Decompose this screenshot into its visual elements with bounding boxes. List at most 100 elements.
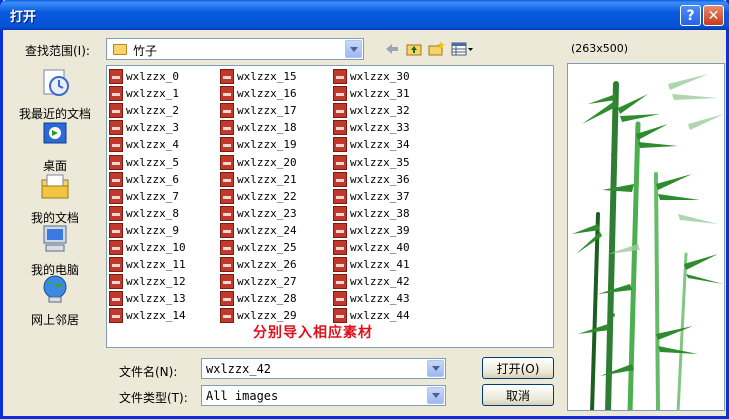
file-item[interactable]: wxlzzx_13 xyxy=(109,291,186,308)
my-documents-icon xyxy=(41,174,69,199)
png-file-icon xyxy=(333,171,347,187)
file-item[interactable]: wxlzzx_7 xyxy=(109,188,179,206)
file-item[interactable]: wxlzzx_31 xyxy=(333,86,410,103)
png-file-icon xyxy=(220,205,234,221)
recent-documents-icon xyxy=(43,69,69,96)
file-item[interactable]: wxlzzx_11 xyxy=(109,257,186,274)
file-item-label: wxlzzx_0 xyxy=(126,70,179,83)
file-item[interactable]: wxlzzx_32 xyxy=(333,103,410,120)
file-item[interactable]: wxlzzx_18 xyxy=(220,120,297,137)
cancel-button[interactable]: 取消 xyxy=(482,384,554,406)
png-file-icon xyxy=(220,120,234,136)
png-file-icon xyxy=(220,222,234,238)
place-network[interactable]: 网上邻居 xyxy=(15,272,95,328)
file-list[interactable]: wxlzzx_0 wxlzzx_1 wxlzzx_2 wxlzzx_3 wxlzzx_4… xyxy=(106,65,554,348)
file-item[interactable]: wxlzzx_4 xyxy=(109,137,179,154)
chevron-down-icon[interactable] xyxy=(427,387,444,404)
file-item-label: wxlzzx_42 xyxy=(350,275,410,289)
file-item-label: wxlzzx_18 xyxy=(237,121,297,135)
desktop-icon xyxy=(43,122,67,144)
file-item[interactable]: wxlzzx_19 xyxy=(220,137,297,154)
file-item-label: wxlzzx_24 xyxy=(237,223,297,237)
place-label: 网上邻居 xyxy=(30,313,79,327)
file-item[interactable]: wxlzzx_0 xyxy=(109,69,179,86)
open-button[interactable]: 打开(O) xyxy=(482,357,554,379)
file-item-label: wxlzzx_6 xyxy=(126,172,179,186)
file-item[interactable]: wxlzzx_25 xyxy=(220,240,297,257)
file-item[interactable]: wxlzzx_24 xyxy=(220,222,297,240)
file-item[interactable]: wxlzzx_40 xyxy=(333,240,410,257)
new-folder-icon[interactable] xyxy=(427,40,445,58)
png-file-icon xyxy=(220,171,234,187)
chevron-down-icon[interactable] xyxy=(345,40,362,58)
file-item[interactable]: wxlzzx_37 xyxy=(333,188,410,206)
file-item-label: wxlzzx_35 xyxy=(350,155,410,169)
file-item-label: wxlzzx_44 xyxy=(350,309,410,323)
file-item[interactable]: wxlzzx_30 xyxy=(333,69,410,86)
png-file-icon xyxy=(109,205,123,221)
png-file-icon xyxy=(333,86,347,102)
file-item-label: wxlzzx_17 xyxy=(237,104,297,118)
png-file-icon xyxy=(109,86,123,102)
file-type-select[interactable]: All images xyxy=(201,385,446,406)
file-item[interactable]: wxlzzx_33 xyxy=(333,120,410,137)
png-file-icon xyxy=(333,69,347,84)
file-item[interactable]: wxlzzx_43 xyxy=(333,291,410,308)
chevron-down-icon[interactable] xyxy=(427,360,444,377)
title-bar[interactable]: 打开 ? ✕ xyxy=(0,0,729,30)
png-file-icon xyxy=(333,137,347,153)
file-item[interactable]: wxlzzx_9 xyxy=(109,222,179,240)
file-item[interactable]: wxlzzx_20 xyxy=(220,154,297,172)
png-file-icon xyxy=(333,154,347,170)
place-my-documents[interactable]: 我的文档 xyxy=(15,170,95,226)
file-item[interactable]: wxlzzx_26 xyxy=(220,257,297,274)
png-file-icon xyxy=(333,257,347,273)
file-item[interactable]: wxlzzx_2 xyxy=(109,103,179,120)
up-folder-icon[interactable] xyxy=(405,40,423,58)
file-item[interactable]: wxlzzx_34 xyxy=(333,137,410,154)
place-desktop[interactable]: 桌面 xyxy=(15,118,95,174)
help-button[interactable]: ? xyxy=(680,5,701,26)
file-item[interactable]: wxlzzx_35 xyxy=(333,154,410,172)
file-item[interactable]: wxlzzx_17 xyxy=(220,103,297,120)
file-item[interactable]: wxlzzx_28 xyxy=(220,291,297,308)
file-item[interactable]: wxlzzx_27 xyxy=(220,274,297,291)
file-item-label: wxlzzx_10 xyxy=(126,241,186,254)
file-item[interactable]: wxlzzx_5 xyxy=(109,154,179,172)
file-item[interactable]: wxlzzx_23 xyxy=(220,205,297,223)
file-item[interactable]: wxlzzx_22 xyxy=(220,188,297,206)
file-item[interactable]: wxlzzx_15 xyxy=(220,69,297,86)
network-places-icon xyxy=(43,275,67,303)
file-item[interactable]: wxlzzx_12 xyxy=(109,274,186,291)
place-recent-documents[interactable]: 我最近的文档 xyxy=(15,66,95,122)
file-item[interactable]: wxlzzx_39 xyxy=(333,222,410,240)
file-item[interactable]: wxlzzx_10 xyxy=(109,240,186,257)
png-file-icon xyxy=(220,308,234,324)
file-type-value: All images xyxy=(206,389,279,403)
file-item[interactable]: wxlzzx_16 xyxy=(220,86,297,103)
look-in-select[interactable]: 竹子 xyxy=(106,38,364,60)
png-file-icon xyxy=(109,274,123,290)
view-menu-icon[interactable] xyxy=(451,40,475,58)
file-item[interactable]: wxlzzx_21 xyxy=(220,171,297,189)
png-file-icon xyxy=(220,257,234,273)
file-item[interactable]: wxlzzx_38 xyxy=(333,205,410,223)
file-item-label: wxlzzx_43 xyxy=(350,292,410,306)
file-item[interactable]: wxlzzx_14 xyxy=(109,308,186,325)
close-button[interactable]: ✕ xyxy=(703,5,724,26)
file-item[interactable]: wxlzzx_36 xyxy=(333,171,410,189)
my-computer-icon xyxy=(43,225,67,252)
file-item[interactable]: wxlzzx_8 xyxy=(109,205,179,223)
png-file-icon xyxy=(220,137,234,153)
file-item-label: wxlzzx_7 xyxy=(126,189,179,203)
png-file-icon xyxy=(333,120,347,136)
file-item[interactable]: wxlzzx_3 xyxy=(109,120,179,137)
back-arrow-icon[interactable] xyxy=(383,40,401,58)
file-name-input[interactable]: wxlzzx_42 xyxy=(201,358,446,379)
file-item[interactable]: wxlzzx_6 xyxy=(109,171,179,189)
place-my-computer[interactable]: 我的电脑 xyxy=(15,222,95,278)
file-item[interactable]: wxlzzx_42 xyxy=(333,274,410,291)
file-item[interactable]: wxlzzx_41 xyxy=(333,257,410,274)
file-item[interactable]: wxlzzx_1 xyxy=(109,86,179,103)
file-item-label: wxlzzx_38 xyxy=(350,206,410,220)
